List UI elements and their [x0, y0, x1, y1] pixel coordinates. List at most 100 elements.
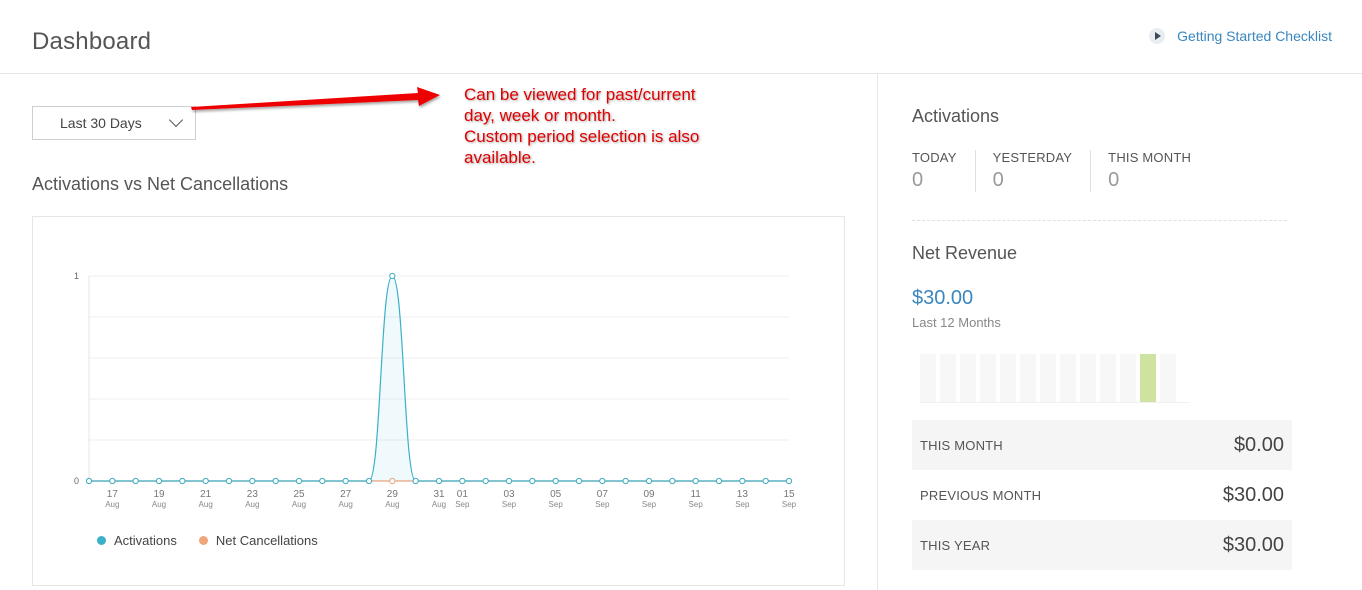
activations-point — [482, 477, 489, 485]
activations-point — [785, 477, 793, 485]
x-tick-day: 13 — [737, 489, 749, 500]
getting-started-checklist-link[interactable]: Getting Started Checklist — [1149, 28, 1332, 44]
x-tick-day: 25 — [293, 489, 305, 500]
activations-point — [272, 477, 279, 485]
activations-point — [645, 477, 653, 485]
x-tick-month: Aug — [245, 500, 259, 509]
x-tick-day: 05 — [550, 489, 562, 500]
stat-value: 0 — [1108, 169, 1120, 191]
x-tick-month: Aug — [199, 500, 213, 509]
revenue-summary-row: THIS YEAR $30.00 — [912, 520, 1292, 570]
stat-label: YESTERDAY — [992, 150, 1073, 165]
activations-point — [412, 477, 419, 485]
x-tick-month: Sep — [595, 500, 610, 509]
x-tick-month: Aug — [432, 500, 446, 509]
period-select[interactable]: Last 30 Days — [32, 106, 196, 140]
chevron-down-icon — [168, 112, 184, 128]
annotation-line: available. — [464, 148, 536, 167]
revenue-summary-row: PREVIOUS MONTH $30.00 — [912, 470, 1292, 520]
page-header: Dashboard Getting Started Checklist — [0, 0, 1362, 74]
activations-title: Activations — [912, 106, 1000, 126]
y-tick-label: 1 — [74, 271, 79, 281]
x-tick-day: 01 — [457, 489, 469, 500]
summary-label: THIS YEAR — [920, 537, 991, 553]
annotation-line: Can be viewed for past/current — [464, 85, 696, 104]
activations-point — [715, 477, 723, 485]
x-tick-month: Aug — [105, 500, 119, 509]
activations-area — [89, 276, 789, 481]
stat-value: 0 — [992, 169, 1004, 191]
stat-value: 0 — [912, 169, 924, 191]
activations-chart: 0117Aug19Aug21Aug23Aug25Aug27Aug29Aug31A… — [74, 271, 797, 509]
y-tick-label: 0 — [74, 476, 79, 486]
activations-point — [365, 477, 373, 485]
x-tick-day: 07 — [597, 489, 609, 500]
summary-value: $30.00 — [1222, 533, 1284, 556]
legend-label: Net Cancellations — [215, 533, 318, 548]
x-tick-month: Sep — [642, 500, 657, 509]
activations-point — [342, 477, 349, 485]
revenue-month-bar — [1020, 354, 1036, 402]
revenue-month-bar — [940, 354, 956, 402]
summary-value: $0.00 — [1233, 433, 1284, 456]
x-tick-day: 15 — [783, 489, 795, 500]
revenue-month-bar — [980, 354, 996, 402]
x-tick-day: 03 — [503, 489, 515, 500]
x-tick-month: Sep — [502, 500, 517, 509]
activations-point — [552, 477, 559, 485]
summary-value: $30.00 — [1222, 483, 1284, 506]
revenue-month-bar — [920, 354, 936, 402]
x-tick-month: Aug — [292, 500, 306, 509]
x-tick-day: 23 — [247, 489, 259, 500]
x-tick-day: 11 — [690, 489, 701, 500]
activations-line — [89, 275, 789, 482]
play-icon — [1149, 28, 1166, 44]
legend-dot-icon — [198, 536, 208, 545]
net-revenue-value: $30.00 — [912, 287, 974, 309]
x-tick-day: 09 — [643, 489, 655, 500]
activations-point — [692, 477, 699, 485]
activations-point — [762, 477, 769, 485]
activations-point — [669, 477, 676, 485]
activations-point — [202, 477, 209, 485]
x-tick-month: Sep — [689, 500, 704, 509]
activations-point — [225, 477, 233, 485]
annotation-line: Custom period selection is also — [464, 127, 700, 146]
net-revenue-title: Net Revenue — [912, 243, 1018, 263]
chart-section-title: Activations vs Net Cancellations — [32, 174, 289, 194]
period-select-value: Last 30 Days — [60, 115, 142, 131]
x-tick-day: 29 — [387, 489, 399, 500]
x-tick-month: Sep — [549, 500, 564, 509]
revenue-month-bar — [1080, 354, 1096, 402]
activations-point — [529, 477, 536, 485]
activations-point — [599, 477, 606, 485]
x-tick-month: Sep — [455, 500, 470, 509]
activations-point — [155, 477, 163, 485]
legend-label: Activations — [114, 533, 177, 548]
activations-point — [505, 477, 513, 485]
activations-point — [109, 477, 116, 485]
activations-point — [249, 477, 256, 485]
legend-dot-icon — [97, 536, 106, 545]
revenue-month-bar — [1100, 354, 1116, 402]
legend-item[interactable]: Net Cancellations — [198, 533, 318, 548]
activation-stat: TODAY 0 — [912, 150, 975, 192]
revenue-month-bar — [1000, 354, 1016, 402]
page-title: Dashboard — [32, 28, 152, 55]
revenue-month-bar — [1120, 354, 1136, 402]
x-tick-day: 19 — [153, 489, 165, 500]
activations-point — [295, 477, 303, 485]
x-tick-day: 21 — [200, 489, 212, 500]
revenue-mini-chart — [920, 353, 1190, 403]
chart-legend: Activations Net Cancellations — [97, 533, 340, 548]
activations-point — [85, 477, 93, 485]
x-tick-day: 27 — [340, 489, 352, 500]
activations-point — [739, 477, 746, 485]
revenue-month-bar — [1160, 354, 1176, 402]
net-revenue-period: Last 12 Months — [912, 315, 1001, 330]
x-tick-month: Aug — [339, 500, 353, 509]
x-tick-day: 31 — [433, 489, 445, 500]
legend-item[interactable]: Activations — [97, 533, 177, 548]
annotation-line: day, week or month. — [464, 106, 616, 125]
activations-point — [389, 272, 396, 280]
